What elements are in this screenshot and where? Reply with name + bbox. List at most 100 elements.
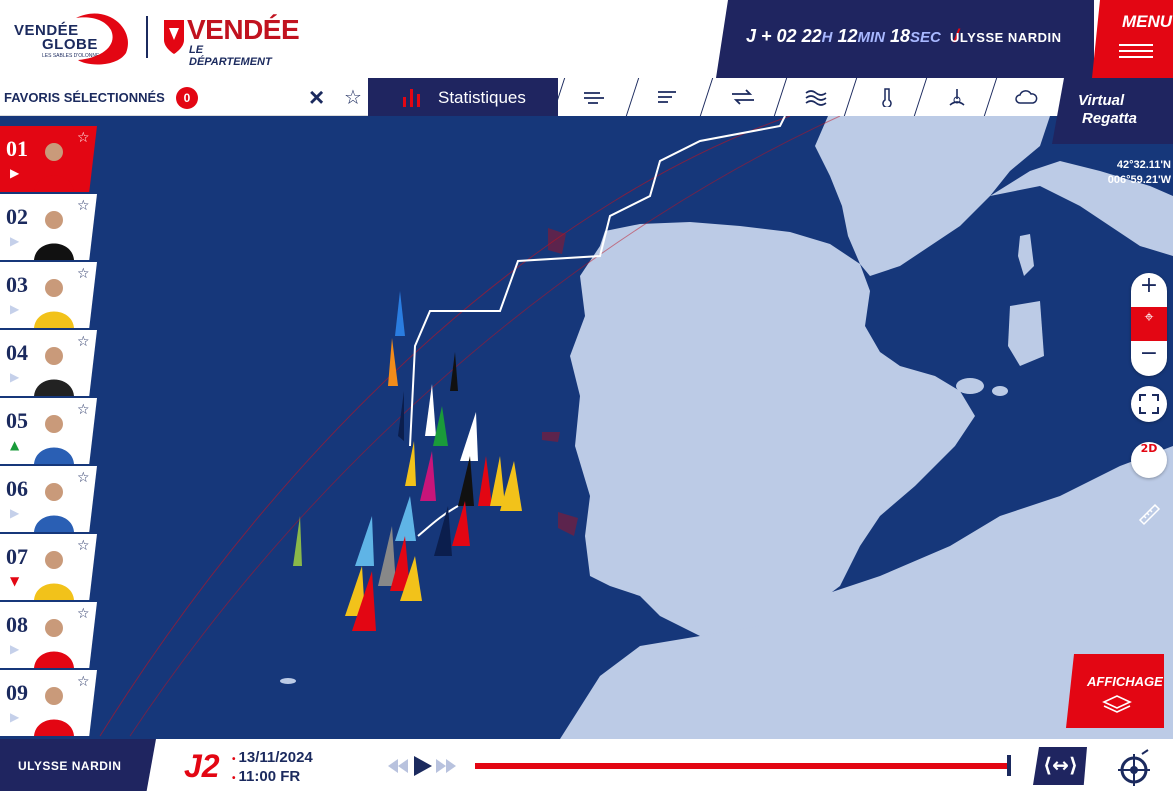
race-day: J2 [184,748,220,784]
gust-icon [658,91,676,103]
zoom-in-button[interactable]: + [1131,273,1167,307]
layer-waves-button[interactable] [773,78,854,116]
skipper-avatar [34,687,74,736]
view-mode-button[interactable]: 2D [1131,442,1167,478]
timeline-datetime: • 13/11/2024 • 11:00 FR [232,749,313,785]
skipper-rank: 01 [6,136,28,161]
skipper-card[interactable]: 03 ▶ ☆ [0,262,97,328]
timeline-track[interactable] [475,763,1010,769]
rank-trend-icon: ▶ [10,642,20,656]
fast-forward-icon[interactable] [436,759,456,773]
bar-chart-icon [403,89,420,107]
globe-swoosh-icon [76,13,128,65]
rank-trend-icon: ▶ [10,234,20,248]
timeline-thumb[interactable] [1007,755,1011,776]
rank-trend-icon: ▶ [10,710,20,724]
layer-cloud-button[interactable] [983,78,1052,116]
layer-wind-button[interactable] [551,78,632,116]
favorite-star-icon[interactable]: ☆ [77,402,90,418]
latitude-readout: 42°32.11'N [1116,159,1171,171]
vendee-globe-logo[interactable]: VENDÉE GLOBE LES SABLES D'OLONNE [12,8,132,68]
view-mode-label: 2D [1140,442,1158,455]
star-outline-icon[interactable]: ☆ [344,85,362,109]
timer-minutes-unit: MIN [857,29,885,46]
skipper-avatar [34,551,74,600]
rank-trend-icon: ▶ [10,506,20,520]
layer-temperature-button[interactable] [843,78,924,116]
layer-pressure-button[interactable] [913,78,994,116]
layer-current-button[interactable] [699,78,780,116]
fullscreen-button[interactable] [1131,386,1167,422]
display-label: AFFICHAGE [1087,674,1163,689]
statistics-button[interactable]: Statistiques [368,78,558,116]
cursor-coordinates: 42°32.11'N 006°59.21'W [1108,158,1171,188]
sponsor-logo[interactable]: ULYSSE NARDIN [950,30,1061,45]
land-madeira [280,678,296,684]
skipper-rank: 08 [6,612,28,637]
land-balearic [956,378,984,394]
rank-trend-icon: ▲ [10,438,20,452]
rewind-icon[interactable] [388,759,408,773]
layers-icon [1102,695,1132,713]
favorite-star-icon[interactable]: ☆ [77,606,90,622]
timer-seconds-unit: SEC [910,29,941,46]
ruler-button[interactable] [1137,502,1161,531]
sponsor-footer-logo[interactable]: ULYSSE NARDIN [0,739,156,791]
skipper-avatar [34,211,74,260]
virtual-regatta-logo[interactable]: Virtual Regatta [1052,78,1173,144]
skipper-card[interactable]: 07 ▼ ☆ [0,534,97,600]
zoom-out-button[interactable]: − [1131,341,1167,375]
timer-hours: 22 [801,26,822,46]
locate-button[interactable]: ⌖ [1131,307,1167,341]
skipper-card[interactable]: 06 ▶ ☆ [0,466,97,532]
timer-seconds: 18 [890,26,911,46]
close-icon[interactable]: × [309,82,324,112]
skipper-card[interactable]: 01 ▶ ☆ [0,126,97,192]
favorite-star-icon[interactable]: ☆ [77,538,90,554]
layer-gust-button[interactable] [625,78,706,116]
fullscreen-icon [1139,394,1159,414]
skipper-rank: 06 [6,476,28,501]
skipper-rank: 03 [6,272,28,297]
header-divider [146,16,148,58]
timer-minutes: 12 [837,26,858,46]
skipper-rank: 07 [6,544,28,569]
skipper-rank: 09 [6,680,28,705]
favorites-bar: FAVORIS SÉLECTIONNÉS 0 × ☆ [0,78,368,116]
favorite-star-icon[interactable]: ☆ [77,334,90,350]
rank-trend-icon: ▼ [10,574,20,588]
expand-timeline-button[interactable]: ⟨↔⟩ [1033,747,1087,785]
timer-hours-unit: H [821,29,833,46]
race-map[interactable] [0,115,1173,739]
favorite-star-icon[interactable]: ☆ [77,130,90,146]
map-canvas[interactable] [0,115,1173,739]
favorite-star-icon[interactable]: ☆ [77,266,90,282]
display-options-button[interactable]: AFFICHAGE [1066,654,1164,728]
menu-button[interactable]: MENU [1092,0,1173,78]
skipper-card[interactable]: 09 ▶ ☆ [0,670,97,736]
pressure-icon [949,89,965,106]
skipper-avatar [34,415,74,464]
timeline-date: 13/11/2024 [238,749,313,766]
skipper-card[interactable]: 08 ▶ ☆ [0,602,97,668]
play-icon[interactable] [414,756,432,776]
skipper-card[interactable]: 05 ▲ ☆ [0,398,97,464]
zoom-controls: + ⌖ − [1131,273,1167,376]
skipper-rank: 02 [6,204,28,229]
skipper-avatar [34,483,74,532]
longitude-readout: 006°59.21'W [1107,174,1171,186]
timeline-time: 11:00 FR [238,768,301,785]
department-subtitle: LE DÉPARTEMENT [189,44,272,68]
helm-wheel-icon[interactable] [1108,748,1160,791]
favorite-star-icon[interactable]: ☆ [77,674,90,690]
waves-icon [805,90,827,106]
favorite-star-icon[interactable]: ☆ [77,470,90,486]
race-timer: J + 02 22H 12MIN 18SEC / [746,26,967,47]
skipper-avatar [34,143,74,192]
skipper-card[interactable]: 04 ▶ ☆ [0,330,97,396]
vendee-department-logo[interactable]: VENDÉE LE DÉPARTEMENT [162,14,300,68]
skipper-card[interactable]: 02 ▶ ☆ [0,194,97,260]
wind-icon [584,92,604,104]
hamburger-icon [1119,44,1153,46]
favorite-star-icon[interactable]: ☆ [77,198,90,214]
